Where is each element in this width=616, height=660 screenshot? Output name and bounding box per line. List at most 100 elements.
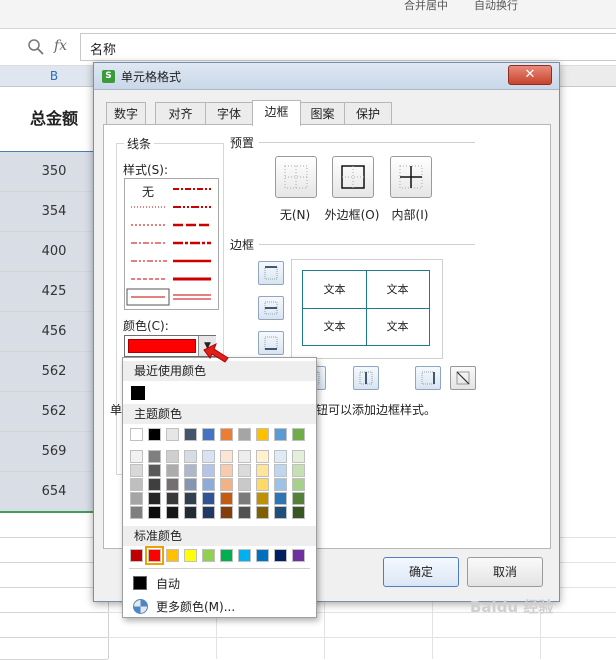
tab-pattern[interactable]: 图案 [300,102,345,125]
color-swatch[interactable] [292,450,305,463]
empty-cell[interactable] [0,588,108,613]
color-swatch[interactable] [166,428,179,441]
color-swatch[interactable] [166,450,179,463]
color-swatch[interactable] [145,546,164,565]
color-swatch[interactable] [166,478,179,491]
color-swatch[interactable] [184,549,197,562]
data-cell[interactable]: 456 [0,312,108,352]
data-cell[interactable]: 562 [0,392,108,432]
color-swatch[interactable] [274,450,287,463]
color-swatch[interactable] [238,549,251,562]
color-swatch[interactable] [274,464,287,477]
color-swatch[interactable] [148,428,161,441]
border-top-button[interactable] [258,261,284,285]
color-swatch[interactable] [202,506,215,519]
color-swatch[interactable] [256,478,269,491]
preset-outline-button[interactable] [332,156,374,198]
color-swatch[interactable] [292,506,305,519]
color-swatch[interactable] [292,478,305,491]
empty-cell[interactable] [0,538,108,563]
empty-cell[interactable] [0,513,108,538]
border-bottom-button[interactable] [258,331,284,355]
color-swatch[interactable] [148,492,161,505]
color-swatch[interactable] [202,549,215,562]
empty-cell[interactable] [0,563,108,588]
auto-color-swatch[interactable] [133,576,147,590]
color-swatch[interactable] [274,428,287,441]
color-swatch[interactable] [238,492,251,505]
color-swatch[interactable] [148,464,161,477]
color-swatch[interactable] [256,428,269,441]
color-swatch[interactable] [130,506,143,519]
color-swatch[interactable] [256,492,269,505]
color-swatch[interactable] [238,506,251,519]
empty-cell[interactable] [0,638,108,660]
border-diagonal-button[interactable] [450,366,476,390]
border-middle-v-button[interactable] [353,366,379,390]
color-swatch[interactable] [220,428,233,441]
border-preview[interactable]: 文本 文本 文本 文本 [291,259,443,359]
color-swatch[interactable] [148,450,161,463]
color-swatch[interactable] [130,450,143,463]
color-swatch[interactable] [238,464,251,477]
color-swatch[interactable] [166,506,179,519]
border-right-button[interactable] [415,366,441,390]
color-swatch[interactable] [184,478,197,491]
color-swatch[interactable] [130,478,143,491]
data-cell[interactable]: 400 [0,232,108,272]
tab-number[interactable]: 数字 [106,102,146,125]
color-swatch[interactable] [130,464,143,477]
more-colors-option[interactable]: 更多颜色(M)... [156,598,235,615]
color-swatch[interactable] [148,506,161,519]
data-cell[interactable]: 569 [0,432,108,472]
empty-cell[interactable] [0,613,108,638]
data-cell[interactable]: 654 [0,472,108,513]
color-swatch[interactable] [202,464,215,477]
data-cell[interactable]: 425 [0,272,108,312]
color-swatch[interactable] [256,450,269,463]
color-swatch[interactable] [202,492,215,505]
data-cell[interactable]: 350 [0,152,108,192]
fx-icon[interactable]: fx [54,38,67,54]
color-swatch[interactable] [274,506,287,519]
color-swatch[interactable] [130,428,143,441]
color-swatch[interactable] [274,478,287,491]
recent-color-swatch[interactable] [131,386,145,400]
color-swatch[interactable] [166,549,179,562]
color-swatch[interactable] [238,450,251,463]
color-swatch[interactable] [220,549,233,562]
color-swatch[interactable] [166,492,179,505]
formula-input[interactable]: 名称 [80,33,616,61]
color-swatch[interactable] [202,428,215,441]
preset-inside-button[interactable] [390,156,432,198]
color-swatch[interactable] [220,506,233,519]
color-swatch[interactable] [220,450,233,463]
color-swatch[interactable] [184,506,197,519]
line-style-list[interactable]: 无 [124,178,219,310]
color-swatch[interactable] [238,428,251,441]
color-swatch[interactable] [184,464,197,477]
tab-border[interactable]: 边框 [252,100,301,126]
color-swatch[interactable] [184,492,197,505]
color-swatch[interactable] [256,506,269,519]
color-swatch[interactable] [130,549,143,562]
color-swatch[interactable] [130,492,143,505]
color-swatch[interactable] [292,428,305,441]
tab-font[interactable]: 字体 [205,102,253,125]
color-swatch[interactable] [148,478,161,491]
color-swatch[interactable] [166,464,179,477]
color-swatch[interactable] [292,549,305,562]
color-swatch[interactable] [202,450,215,463]
color-swatch[interactable] [184,450,197,463]
tab-protection[interactable]: 保护 [344,102,392,125]
data-cell[interactable]: 354 [0,192,108,232]
auto-color-option[interactable]: 自动 [156,575,180,592]
data-cell[interactable]: 562 [0,352,108,392]
zoom-search-icon[interactable] [27,38,45,56]
color-swatch[interactable] [220,464,233,477]
close-button[interactable]: ✕ [508,65,552,85]
color-swatch[interactable] [202,478,215,491]
color-swatch[interactable] [292,492,305,505]
color-swatch[interactable] [184,428,197,441]
dialog-titlebar[interactable]: S 单元格格式 ✕ [94,63,559,90]
